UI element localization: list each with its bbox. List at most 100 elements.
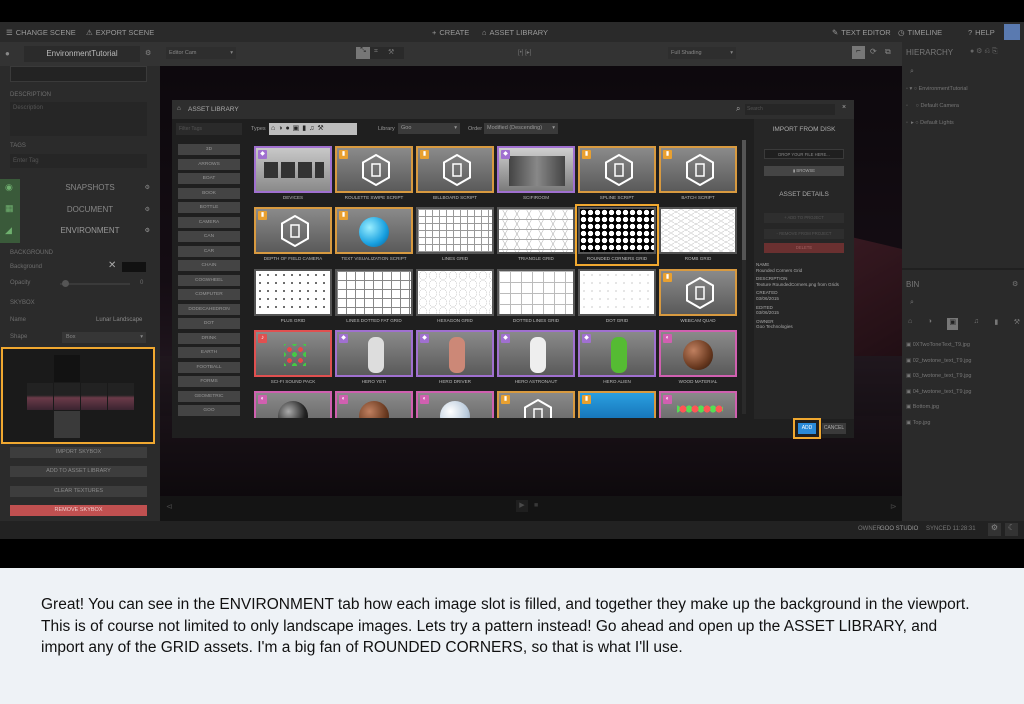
remove-skybox-button[interactable]: REMOVE SKYBOX [10,505,147,516]
asset-tile[interactable]: ◐ [659,391,737,418]
asset-tile[interactable]: ◆ HERO ASTRONAUT [497,329,575,390]
asset-tile[interactable]: ◆ HERO YETI [335,329,413,390]
asset-tile[interactable]: ◆ DEVICES [254,146,332,206]
globe-icon[interactable]: ● [5,49,10,58]
tab-snapshots[interactable]: SNAPSHOTS ⚙ [20,179,160,201]
skybox-slot-front[interactable] [54,383,80,410]
asset-tile[interactable]: ◆ SCIFIROOM [497,146,575,206]
gear-icon[interactable]: ⚙ [145,179,150,197]
avatar[interactable] [1004,24,1020,40]
asset-grid-scrollbar[interactable] [742,140,746,414]
opacity-slider-handle[interactable] [62,280,69,287]
background-color-swatch[interactable] [122,262,146,272]
hierarchy-item-camera[interactable]: ◦ ○ Default Camera [906,103,959,109]
asset-tile[interactable]: ▮ BILLBOARD SCRIPT [416,146,494,206]
add-to-asset-library-button[interactable]: ADD TO ASSET LIBRARY [10,466,147,477]
asset-tile[interactable]: ◆ HERO DRIVER [416,329,494,390]
moon-icon[interactable]: ☾ [1005,523,1018,536]
project-name-field[interactable]: EnvironmentTutorial [24,46,140,62]
add-button[interactable]: ADD [798,423,816,434]
refresh-icon[interactable]: ⟳ [870,47,877,56]
camera-select[interactable]: Editor Cam ▾ [166,47,236,59]
asset-tile[interactable]: ▮ DEPTH OF FIELD CAMERA [254,207,332,267]
category-tag[interactable]: GOO [178,405,240,416]
asset-tile[interactable]: ▮ BATCH SCRIPT [659,146,737,206]
bin-file[interactable]: ▣ 02_twotone_text_T9.jpg [906,358,1024,374]
cancel-button[interactable]: CANCEL [822,423,846,434]
skybox-name-value[interactable]: Lunar Landscape [96,317,142,323]
skybox-slot-bottom[interactable] [54,411,80,438]
asset-tile[interactable]: ROMB GRID [659,207,737,267]
clear-textures-button[interactable]: CLEAR TEXTURES [10,486,147,497]
asset-tile[interactable]: ▮ WEBCAM QUAD [659,268,737,329]
asset-tile[interactable]: LINES GRID [416,207,494,267]
tab-document[interactable]: DOCUMENT ⚙ [20,201,160,223]
change-scene-button[interactable]: ☰ CHANGE SCENE [6,28,76,37]
search-icon[interactable]: ⌕ [910,299,914,307]
skybox-slot-right[interactable] [81,383,107,410]
bin-file[interactable]: ▣ 0XTwoToneText_T9.jpg [906,342,1024,358]
grid-tool-icon[interactable]: ⌗ [374,48,378,56]
asset-tile[interactable]: ◐ WOOD MATERIAL [659,329,737,390]
bin-file[interactable]: ▣ 03_twotone_text_T9.jpg [906,373,1024,389]
bin-file[interactable]: ▣ Bottom.jpg [906,404,1024,420]
category-tag[interactable]: COGWHEEL [178,274,240,286]
category-tag[interactable]: CAN [178,231,240,242]
library-select[interactable]: Goo ▾ [398,123,460,134]
category-tag[interactable]: BOAT [178,173,240,184]
fullscreen-icon[interactable]: ⧉ [885,47,891,57]
skybox-slot-back[interactable] [108,383,134,410]
asset-tile[interactable]: DOT GRID [578,268,656,329]
import-skybox-button[interactable]: IMPORT SKYBOX [10,447,147,458]
asset-tile[interactable]: ▮ [497,391,575,418]
skybox-shape-select[interactable]: Box ▾ [62,332,146,343]
view-tools[interactable]: ⌐ ⟳ ⧉ [852,46,900,60]
asset-tile[interactable]: ▮ ROULETTE SWIPE SCRIPT [335,146,413,206]
bin-file[interactable]: ▣ Top.jpg [906,420,1024,436]
help-button[interactable]: ? HELP [968,28,995,37]
skybox-slot-left[interactable] [27,383,53,410]
search-icon[interactable]: ⌕ [910,68,914,76]
category-tag[interactable]: DOT [178,318,240,329]
category-tag[interactable]: FORMS [178,376,240,387]
asset-tile[interactable]: ▮ SPLINE SCRIPT [578,146,656,206]
category-tag[interactable]: COMPUTER [178,289,240,300]
delete-button[interactable]: DELETE [764,243,844,253]
category-tag[interactable]: BOOK [178,187,240,199]
hierarchy-item-root[interactable]: ◦ ▾ ○ EnvironmentTutorial [906,86,968,92]
asset-library-button[interactable]: ⌂ ASSET LIBRARY [482,28,548,37]
category-tag[interactable]: FOOTBALL [178,361,240,373]
wrench-icon[interactable]: ⚒ [388,48,394,56]
bin-file[interactable]: ▣ 04_twotone_text_T9.jpg [906,389,1024,405]
category-tag[interactable]: DRINK [178,332,240,344]
select-tool-icon[interactable]: ⌐ [852,46,865,59]
category-tag[interactable]: DODECAHEDRON [178,303,240,315]
asset-tile[interactable]: ◐ [335,391,413,418]
category-tag[interactable]: EARTH [178,347,240,358]
tags-input[interactable]: Enter Tag [10,154,147,168]
timeline-button[interactable]: ◷ TIMELINE [898,28,942,37]
skybox-slot-top[interactable] [54,355,80,382]
move-tool-icon[interactable]: ⤡ [356,47,370,59]
category-tag[interactable]: GEOMETRIC [178,390,240,402]
asset-tile[interactable]: ◐ [254,391,332,418]
text-editor-button[interactable]: ✎ TEXT EDITOR [832,28,891,37]
gear-icon[interactable]: ⚙ [988,523,1001,536]
asset-tile[interactable]: ◐ [416,391,494,418]
add-to-project-button[interactable]: + ADD TO PROJECT [764,213,844,223]
export-scene-button[interactable]: ⚠ EXPORT SCENE [86,28,154,37]
gear-icon[interactable]: ⚙ [145,201,150,219]
category-tag[interactable]: ARROWS [178,158,240,170]
category-tag[interactable]: CHAIN [178,260,240,271]
asset-tile[interactable]: TRIANGLE GRID [497,207,575,267]
document-icon[interactable]: ▦ [5,203,14,214]
asset-tile[interactable]: DOTTED LINES GRID [497,268,575,329]
category-tag[interactable]: CAMERA [178,216,240,228]
shading-select[interactable]: Full Shading ▾ [668,47,736,59]
tab-environment[interactable]: ENVIRONMENT ⚙ [20,222,160,244]
asset-tile[interactable]: LINES DOTTED FAT GRID [335,268,413,329]
hierarchy-item-lights[interactable]: ◦ ▸ ○ Default Lights [906,120,954,126]
gear-icon[interactable]: ⚙ [145,49,151,57]
close-icon[interactable]: × [842,104,846,111]
asset-tile[interactable]: ◆ HERO ALIEN [578,329,656,390]
